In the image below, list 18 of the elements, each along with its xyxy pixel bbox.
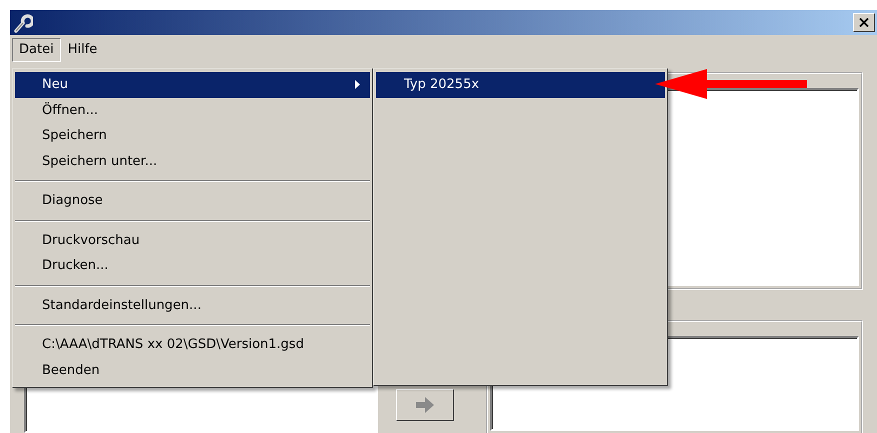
menu-item[interactable]: Typ 20255x — [376, 72, 665, 98]
right-arrow-icon — [414, 396, 436, 414]
menu-item[interactable]: C:\AAA\dTRANS xx 02\GSD\Version1.gsd — [15, 332, 370, 358]
menu-bar-item[interactable]: Hilfe — [60, 38, 104, 62]
menu-item[interactable]: Diagnose — [15, 188, 370, 214]
wrench-icon — [13, 12, 33, 32]
close-icon — [859, 18, 869, 27]
menu-item[interactable]: Öffnen... — [15, 98, 370, 123]
menu-item[interactable]: Speichern — [15, 123, 370, 148]
menu-bar-item[interactable]: Datei — [12, 38, 61, 62]
close-button[interactable] — [853, 13, 875, 32]
menu-item[interactable]: Speichern unter... — [15, 148, 370, 174]
menu-item[interactable]: Druckvorschau — [15, 228, 370, 253]
menu-item[interactable]: Beenden — [15, 358, 370, 383]
submenu-arrow-icon — [355, 80, 360, 90]
menu-item[interactable]: Standardeinstellungen... — [15, 292, 370, 318]
menu-item[interactable]: Neu — [15, 72, 370, 98]
menu-item[interactable]: Drucken... — [15, 253, 370, 278]
